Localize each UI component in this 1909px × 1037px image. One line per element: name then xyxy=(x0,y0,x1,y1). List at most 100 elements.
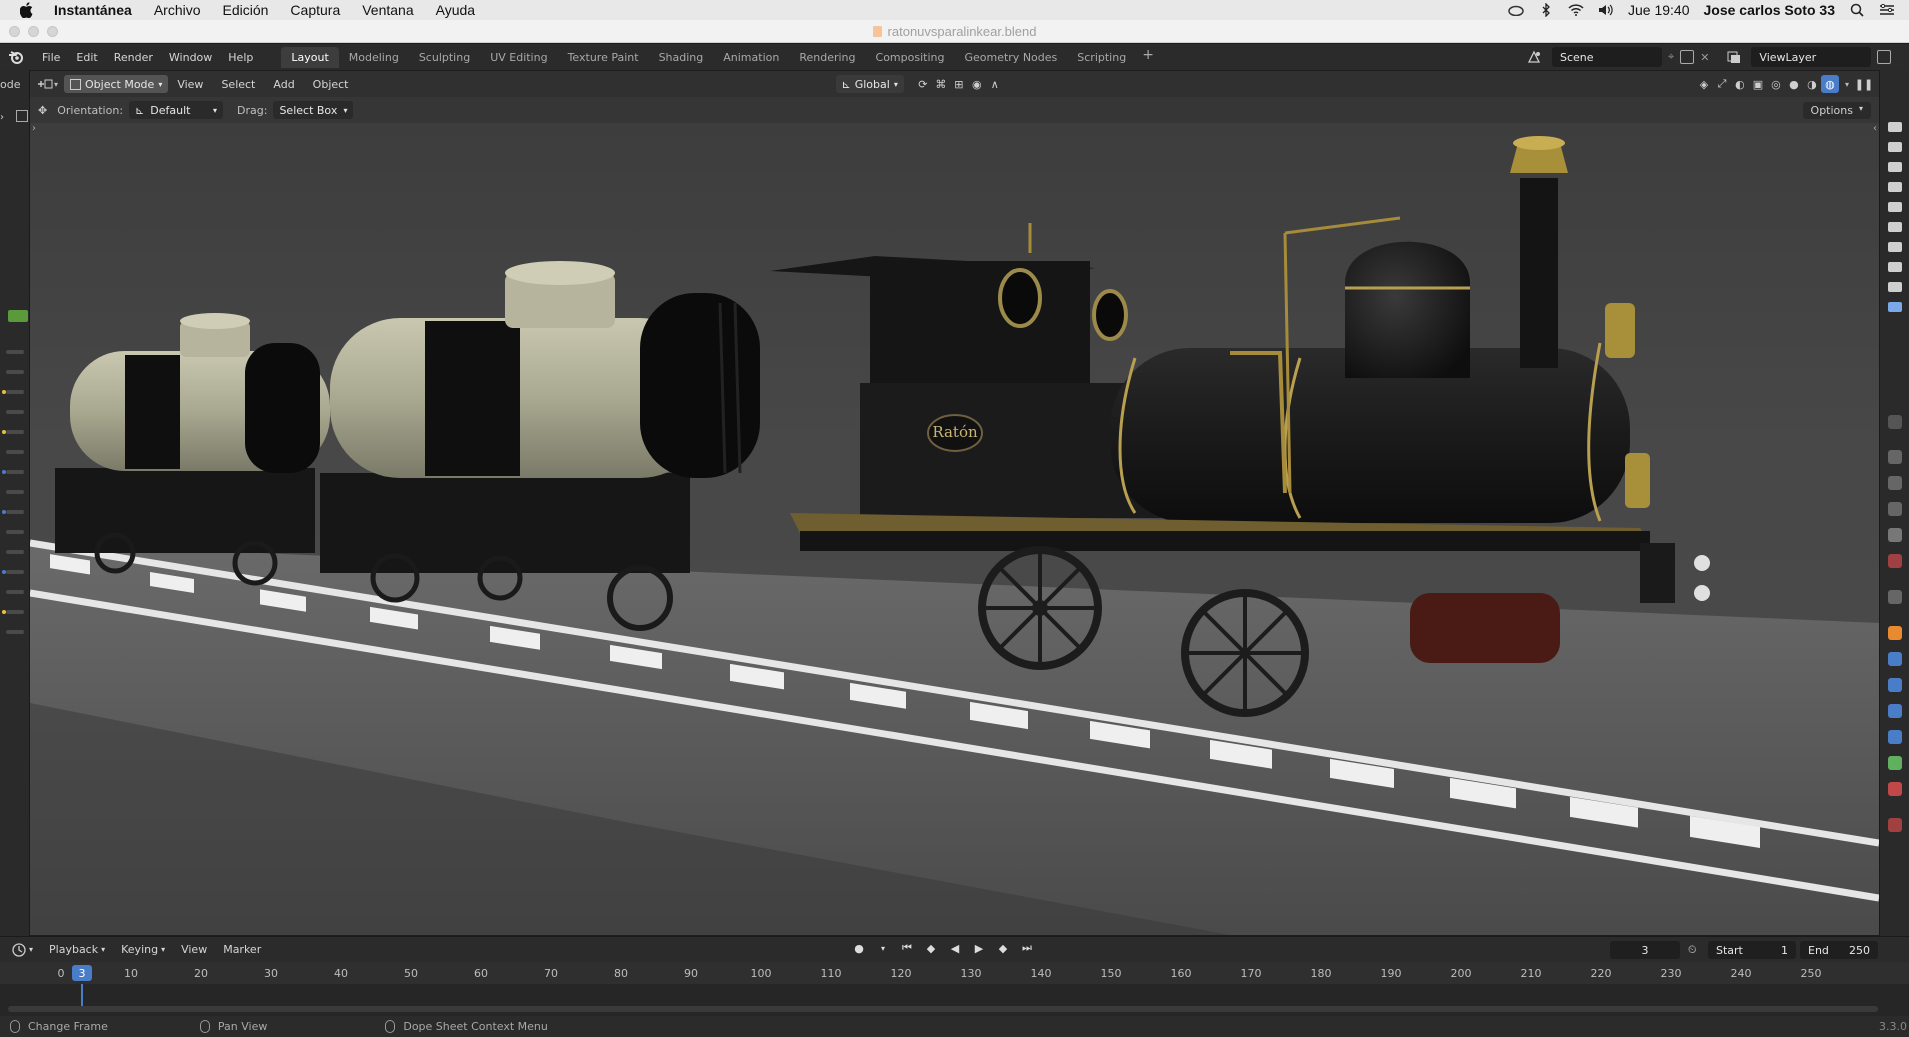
outliner-row[interactable] xyxy=(6,570,24,574)
visibility-icon[interactable]: ◈ xyxy=(1695,75,1713,93)
menu-edit[interactable]: Edit xyxy=(68,51,105,64)
minimize-window-button[interactable] xyxy=(28,26,39,37)
creative-cloud-icon[interactable] xyxy=(1508,3,1524,17)
outliner-panel-edge[interactable]: ode › xyxy=(0,70,30,936)
particles-properties-icon[interactable] xyxy=(1888,678,1902,692)
start-frame-field[interactable]: Start 1 xyxy=(1708,941,1796,959)
viewport-menu-add[interactable]: Add xyxy=(264,78,303,91)
add-workspace-button[interactable]: + xyxy=(1136,47,1160,68)
outliner-row[interactable] xyxy=(6,490,24,494)
tab-texture-paint[interactable]: Texture Paint xyxy=(558,47,649,68)
texture-properties-icon[interactable] xyxy=(1888,818,1902,832)
timeline-editor-type-icon[interactable]: ▾ xyxy=(4,942,41,957)
mac-app-name[interactable]: Instantánea xyxy=(54,2,132,18)
next-keyframe-icon[interactable]: ◆ xyxy=(996,941,1010,955)
object-mode-dropdown[interactable]: Object Mode ▾ xyxy=(64,75,169,93)
snap-icon[interactable]: ⌘ xyxy=(932,75,950,93)
play-icon[interactable]: ▶ xyxy=(972,941,986,955)
camera-visibility-icon[interactable] xyxy=(1888,182,1902,192)
timeline-body[interactable] xyxy=(0,984,1909,1016)
tab-uv-editing[interactable]: UV Editing xyxy=(480,47,557,68)
jump-to-start-icon[interactable]: ⏮ xyxy=(900,941,914,955)
data-properties-icon[interactable] xyxy=(1888,756,1902,770)
chevron-down-icon[interactable]: ▾ xyxy=(876,941,890,955)
user-name[interactable]: Jose carlos Soto 33 xyxy=(1703,2,1835,18)
mac-menu-archivo[interactable]: Archivo xyxy=(154,2,201,18)
view-layer-field[interactable]: ViewLayer xyxy=(1751,47,1872,67)
viewport-menu-object[interactable]: Object xyxy=(304,78,358,91)
volume-icon[interactable] xyxy=(1598,3,1614,17)
pause-render-icon[interactable]: ❚❚ xyxy=(1855,75,1873,93)
preview-range-icon[interactable]: ⏲ xyxy=(1688,943,1697,957)
tab-sculpting[interactable]: Sculpting xyxy=(409,47,480,68)
snap-target-icon[interactable]: ⊞ xyxy=(950,75,968,93)
scene-name-field[interactable]: Scene xyxy=(1552,47,1662,67)
new-view-layer-icon[interactable] xyxy=(1877,50,1892,64)
camera-visibility-icon[interactable] xyxy=(1888,222,1902,232)
outliner-row[interactable] xyxy=(6,450,24,454)
sidebar-toggle-left-icon[interactable]: › xyxy=(32,123,36,134)
outliner-row[interactable] xyxy=(6,590,24,594)
material-shading-icon[interactable]: ◑ xyxy=(1803,75,1821,93)
pin-icon[interactable]: ⌖ xyxy=(1668,50,1674,64)
tab-geometry-nodes[interactable]: Geometry Nodes xyxy=(954,47,1067,68)
tool-properties-icon[interactable] xyxy=(1888,415,1902,429)
timeline-ruler[interactable]: 0 10 20 30 40 50 60 70 80 90 100 110 120 130 140 150 160… xyxy=(0,962,1909,984)
tab-layout[interactable]: Layout xyxy=(281,46,339,68)
timeline-menu-playback[interactable]: Playback ▾ xyxy=(41,943,113,956)
options-dropdown[interactable]: Options ▾ xyxy=(1802,101,1871,119)
tab-compositing[interactable]: Compositing xyxy=(866,47,955,68)
wireframe-shading-icon[interactable]: ◎ xyxy=(1767,75,1785,93)
outliner-row[interactable] xyxy=(6,410,24,414)
apple-icon[interactable] xyxy=(18,2,36,18)
menu-window[interactable]: Window xyxy=(161,51,220,64)
bluetooth-icon[interactable] xyxy=(1538,3,1554,17)
camera-visibility-icon[interactable] xyxy=(1888,122,1902,132)
move-tool-icon[interactable]: ✥ xyxy=(38,104,47,117)
sidebar-toggle-right-icon[interactable]: ‹ xyxy=(1873,123,1877,134)
menu-help[interactable]: Help xyxy=(220,51,261,64)
modifier-properties-icon[interactable] xyxy=(1888,652,1902,666)
zoom-window-button[interactable] xyxy=(47,26,58,37)
close-window-button[interactable] xyxy=(9,26,20,37)
outliner-row[interactable] xyxy=(6,430,24,434)
mac-menu-ventana[interactable]: Ventana xyxy=(362,2,413,18)
outliner-row[interactable] xyxy=(6,610,24,614)
outliner-row[interactable] xyxy=(6,510,24,514)
blender-logo-icon[interactable] xyxy=(8,49,24,65)
camera-visibility-icon[interactable] xyxy=(1888,262,1902,272)
view-layer-icon[interactable] xyxy=(1723,48,1745,66)
proportional-editing-icon[interactable]: ◉ xyxy=(968,75,986,93)
camera-visibility-icon[interactable] xyxy=(1888,142,1902,152)
tab-animation[interactable]: Animation xyxy=(713,47,789,68)
timeline-scrollbar[interactable] xyxy=(8,1006,1878,1012)
material-properties-icon[interactable] xyxy=(1888,782,1902,796)
transform-orientation-dropdown[interactable]: ⊾ Global ▾ xyxy=(835,75,904,93)
xray-icon[interactable]: ▣ xyxy=(1749,75,1767,93)
outliner-row[interactable] xyxy=(6,630,24,634)
control-center-icon[interactable] xyxy=(1879,3,1895,17)
timeline-menu-keying[interactable]: Keying ▾ xyxy=(113,943,173,956)
current-frame-field[interactable]: 3 xyxy=(1610,941,1680,959)
spotlight-search-icon[interactable] xyxy=(1849,3,1865,17)
editor-type-icon[interactable] xyxy=(36,75,54,93)
delete-scene-icon[interactable]: ✕ xyxy=(1700,51,1709,64)
tab-rendering[interactable]: Rendering xyxy=(789,47,865,68)
orientation-dropdown[interactable]: ⊾ Default ▾ xyxy=(129,101,224,119)
solid-shading-icon[interactable]: ● xyxy=(1785,75,1803,93)
camera-visibility-icon[interactable] xyxy=(1888,282,1902,292)
camera-visibility-icon[interactable] xyxy=(1888,302,1902,312)
tab-shading[interactable]: Shading xyxy=(649,47,714,68)
collapse-arrow-icon[interactable]: › xyxy=(0,112,4,123)
current-frame-indicator[interactable]: 3 xyxy=(72,965,92,981)
scene-properties-icon[interactable] xyxy=(1888,528,1902,542)
camera-visibility-icon[interactable] xyxy=(1888,242,1902,252)
outliner-row[interactable] xyxy=(6,550,24,554)
viewport-menu-select[interactable]: Select xyxy=(212,78,264,91)
mac-menu-captura[interactable]: Captura xyxy=(290,2,340,18)
outliner-row[interactable] xyxy=(6,530,24,534)
timeline-menu-view[interactable]: View xyxy=(173,943,215,956)
drag-dropdown[interactable]: Select Box ▾ xyxy=(273,101,354,119)
timeline-menu-marker[interactable]: Marker xyxy=(215,943,269,956)
menu-render[interactable]: Render xyxy=(106,51,161,64)
